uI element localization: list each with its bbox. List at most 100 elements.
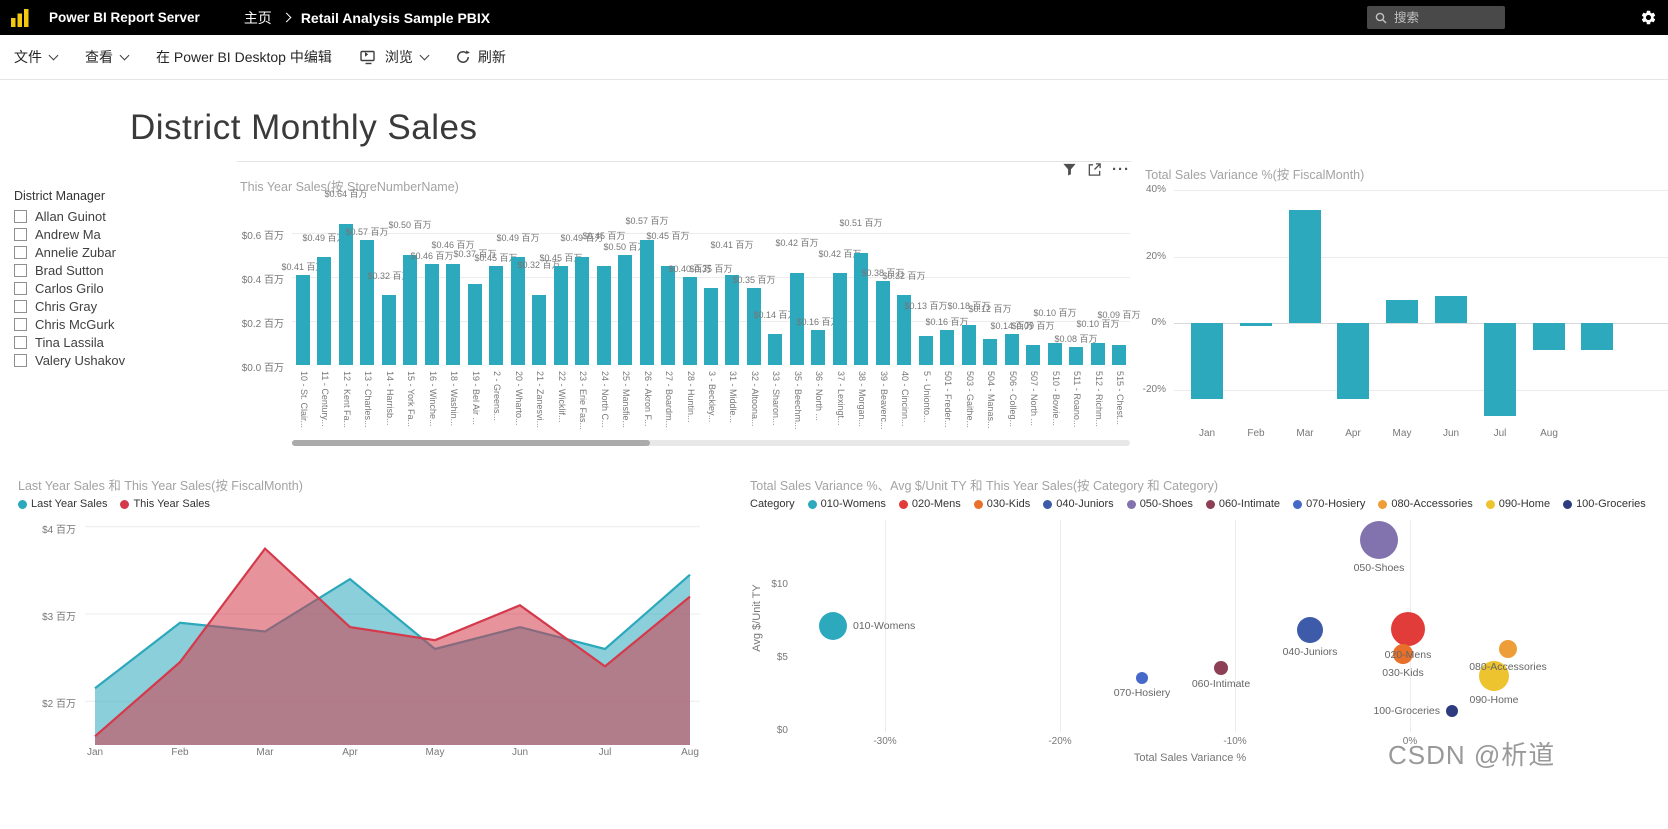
bar-store-sales[interactable] — [962, 325, 976, 365]
focus-mode-icon[interactable] — [1087, 162, 1102, 177]
checkbox-unchecked-icon[interactable] — [14, 318, 27, 331]
scatter-bubble[interactable] — [1499, 640, 1517, 658]
legend-item[interactable]: 070-Hosiery — [1293, 498, 1365, 510]
scatter-bubble[interactable] — [1391, 612, 1425, 646]
scatter-bubble[interactable] — [1136, 672, 1148, 684]
bar-variance[interactable] — [1386, 300, 1418, 323]
powerbi-logo-icon[interactable] — [9, 7, 31, 29]
bar-store-sales[interactable] — [511, 257, 525, 365]
bar-store-sales[interactable] — [618, 255, 632, 365]
search-box[interactable] — [1367, 6, 1505, 29]
bar-store-sales[interactable] — [725, 275, 739, 365]
checkbox-unchecked-icon[interactable] — [14, 336, 27, 349]
slicer-option[interactable]: Annelie Zubar — [14, 245, 125, 260]
legend-item[interactable]: 040-Juniors — [1043, 498, 1114, 510]
refresh-button[interactable]: 刷新 — [456, 47, 506, 67]
filter-icon[interactable] — [1062, 162, 1077, 177]
bar-store-sales[interactable] — [317, 257, 331, 365]
bar-store-sales[interactable] — [1069, 347, 1083, 365]
slicer-option[interactable]: Chris McGurk — [14, 317, 125, 332]
bar-store-sales[interactable] — [554, 266, 568, 365]
more-options-icon[interactable]: ··· — [1112, 162, 1130, 177]
browse-menu[interactable]: 浏览 — [360, 47, 430, 67]
bar-store-sales[interactable] — [382, 295, 396, 365]
file-menu[interactable]: 文件 — [14, 47, 59, 67]
bar-store-sales[interactable] — [339, 224, 353, 365]
checkbox-unchecked-icon[interactable] — [14, 300, 27, 313]
bar-store-sales[interactable] — [597, 266, 611, 365]
bar-store-sales[interactable] — [661, 266, 675, 365]
x-axis-month-label: Jun — [1442, 428, 1460, 439]
slicer-option[interactable]: Chris Gray — [14, 299, 125, 314]
legend-item[interactable]: 010-Womens — [807, 498, 886, 510]
bar-store-sales[interactable] — [1048, 343, 1062, 365]
slicer-option[interactable]: Brad Sutton — [14, 263, 125, 278]
visual-top-border — [237, 161, 1131, 162]
bar-variance[interactable] — [1581, 323, 1613, 350]
bar-store-sales[interactable] — [1026, 345, 1040, 365]
bar-store-sales[interactable] — [683, 277, 697, 365]
slicer-option[interactable]: Andrew Ma — [14, 227, 125, 242]
slicer-option[interactable]: Carlos Grilo — [14, 281, 125, 296]
checkbox-unchecked-icon[interactable] — [14, 282, 27, 295]
bar-store-sales[interactable] — [983, 339, 997, 365]
breadcrumb-home[interactable]: 主页 — [244, 8, 272, 28]
bar-store-sales[interactable] — [747, 288, 761, 365]
checkbox-unchecked-icon[interactable] — [14, 264, 27, 277]
bar-store-sales[interactable] — [919, 336, 933, 365]
legend-item[interactable]: 100-Groceries — [1563, 498, 1646, 510]
bar-store-sales[interactable] — [768, 334, 782, 365]
scatter-bubble[interactable] — [819, 612, 847, 640]
settings-gear-icon[interactable] — [1640, 9, 1657, 26]
checkbox-unchecked-icon[interactable] — [14, 246, 27, 259]
bar-store-sales[interactable] — [640, 240, 654, 365]
legend-item[interactable]: 030-Kids — [973, 498, 1030, 510]
bar-store-sales[interactable] — [575, 257, 589, 365]
bar-store-sales[interactable] — [296, 275, 310, 365]
bar-store-sales[interactable] — [468, 284, 482, 365]
search-input[interactable] — [1394, 10, 1489, 25]
bar-variance[interactable] — [1289, 210, 1321, 323]
legend-item[interactable]: 020-Mens — [898, 498, 961, 510]
legend-item[interactable]: 080-Accessories — [1378, 498, 1473, 510]
bar-store-sales[interactable] — [704, 288, 718, 365]
bar-store-sales[interactable] — [811, 330, 825, 365]
bar-store-sales[interactable] — [532, 295, 546, 365]
bar-store-sales[interactable] — [403, 255, 417, 365]
slicer-option[interactable]: Allan Guinot — [14, 209, 125, 224]
scatter-bubble[interactable] — [1214, 661, 1228, 675]
bar-store-sales[interactable] — [489, 266, 503, 365]
bar-store-sales[interactable] — [446, 264, 460, 365]
slicer-option[interactable]: Tina Lassila — [14, 335, 125, 350]
bar-variance[interactable] — [1435, 296, 1467, 323]
legend-item[interactable]: 090-Home — [1485, 498, 1550, 510]
slicer-option[interactable]: Valery Ushakov — [14, 353, 125, 368]
bar-store-sales[interactable] — [833, 273, 847, 365]
legend-item[interactable]: 050-Shoes — [1126, 498, 1193, 510]
bar-variance[interactable] — [1191, 323, 1223, 399]
checkbox-unchecked-icon[interactable] — [14, 228, 27, 241]
bar-variance[interactable] — [1484, 323, 1516, 416]
bar-store-sales[interactable] — [360, 240, 374, 365]
bar-store-sales[interactable] — [876, 281, 890, 365]
checkbox-unchecked-icon[interactable] — [14, 354, 27, 367]
bar-store-sales[interactable] — [1091, 343, 1105, 365]
checkbox-unchecked-icon[interactable] — [14, 210, 27, 223]
bar-store-sales[interactable] — [1112, 345, 1126, 365]
bar-store-sales[interactable] — [1005, 334, 1019, 365]
bar-variance[interactable] — [1337, 323, 1369, 399]
edit-in-desktop-button[interactable]: 在 Power BI Desktop 中编辑 — [156, 47, 332, 67]
bar-store-sales[interactable] — [425, 264, 439, 365]
scatter-bubble[interactable] — [1446, 705, 1458, 717]
area-chart-plot[interactable] — [85, 518, 700, 750]
legend-item[interactable]: 060-Intimate — [1205, 498, 1280, 510]
view-menu[interactable]: 查看 — [85, 47, 130, 67]
scatter-bubble[interactable] — [1297, 617, 1323, 643]
bar-variance[interactable] — [1533, 323, 1565, 350]
legend-item[interactable]: Last Year Sales — [18, 498, 107, 510]
scatter-bubble[interactable] — [1360, 521, 1398, 559]
bar-store-sales[interactable] — [940, 330, 954, 365]
bar-variance[interactable] — [1240, 323, 1272, 326]
legend-item[interactable]: This Year Sales — [120, 498, 210, 510]
chart-scrollbar-thumb[interactable] — [292, 440, 650, 446]
